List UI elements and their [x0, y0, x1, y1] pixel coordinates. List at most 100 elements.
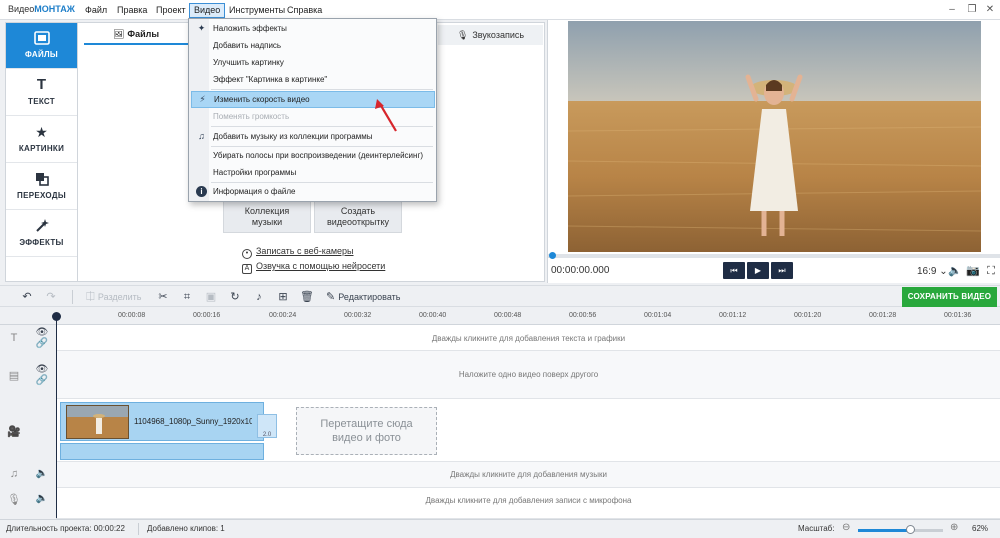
webcam-icon: •	[242, 249, 252, 259]
playhead[interactable]	[56, 313, 57, 518]
aspect-ratio-select[interactable]: 16:9 ⌄	[917, 266, 948, 277]
track-headers	[0, 325, 57, 519]
previous-button[interactable]: ⏮	[723, 262, 745, 279]
rail-tab-label: ФАЙЛЫ	[24, 50, 59, 59]
rail-tab-label: КАРТИНКИ	[18, 144, 65, 153]
ruler-tick: 00:00:32	[344, 312, 372, 319]
audio-detach-icon[interactable]: ♪	[252, 290, 266, 304]
image-icon: 🖼	[112, 29, 125, 39]
info-icon: i	[196, 186, 207, 197]
left-tab-rail: ФАЙЛЫ T ТЕКСТ ★ КАРТИНКИ ПЕРЕХОДЫ ЭФФЕКТ…	[5, 22, 78, 282]
film-icon	[33, 29, 51, 47]
rail-tab-text[interactable]: T ТЕКСТ	[6, 70, 77, 116]
ruler-tick: 00:01:36	[944, 312, 972, 319]
rail-tab-files[interactable]: ФАЙЛЫ	[6, 23, 77, 69]
speed-icon: ⚡	[199, 94, 206, 104]
video-clip[interactable]: 1104968_1080p_Sunny_1920x1080	[60, 402, 264, 441]
volume-icon[interactable]: 🔈	[948, 264, 962, 278]
playback-scrubber[interactable]	[548, 254, 1000, 258]
microphone-icon: 🎙	[7, 494, 21, 506]
eye-icon[interactable]: 👁	[35, 364, 49, 375]
add-clip-icon[interactable]: ⊞	[276, 290, 290, 304]
crop-icon[interactable]: ⌗	[180, 290, 194, 304]
text-track-hint: Дважды кликните для добавления текста и …	[431, 334, 626, 343]
menu-file-info[interactable]: i Информация о файле	[191, 183, 435, 200]
rail-tab-effects[interactable]: ЭФФЕКТЫ	[6, 211, 77, 257]
ruler-tick: 00:01:12	[719, 312, 747, 319]
stabilize-icon: ▣	[205, 291, 217, 303]
ai-voice-link[interactable]: A Озвучка с помощью нейросети	[242, 261, 385, 274]
ruler-tick: 00:00:48	[494, 312, 522, 319]
menu-file[interactable]: Файл	[81, 3, 111, 18]
clip-audio-waveform[interactable]	[60, 443, 264, 460]
menu-enhance-image[interactable]: Улучшить картинку	[191, 54, 435, 71]
tab-audio-recording[interactable]: 🎙 Звукозапись	[438, 25, 543, 45]
overlay-track[interactable]: Наложите одно видео поверх другого	[57, 351, 1000, 399]
music-collection-tile[interactable]: Коллекция музыки	[223, 201, 311, 233]
menu-edit[interactable]: Правка	[113, 3, 151, 18]
text-track[interactable]: Дважды кликните для добавления текста и …	[57, 325, 1000, 351]
scissors-icon[interactable]: ✂	[156, 290, 170, 304]
ruler-tick: 00:00:16	[193, 312, 221, 319]
volume-icon[interactable]: 🔈	[35, 468, 49, 479]
edit-icon: ✎	[326, 291, 336, 303]
ruler-tick: 00:01:28	[869, 312, 897, 319]
save-video-button[interactable]: СОХРАНИТЬ ВИДЕО	[902, 287, 997, 307]
magic-wand-icon	[33, 217, 51, 235]
media-drop-zone[interactable]: Перетащите сюда видео и фото	[296, 407, 437, 455]
menu-project[interactable]: Проект	[152, 3, 190, 18]
maximize-button[interactable]: ❐	[964, 3, 980, 17]
menu-help[interactable]: Справка	[283, 3, 326, 18]
volume-icon[interactable]: 🔈	[35, 493, 49, 504]
ruler-tick: 00:01:20	[794, 312, 822, 319]
rail-tab-transitions[interactable]: ПЕРЕХОДЫ	[6, 164, 77, 210]
rail-tab-pictures[interactable]: ★ КАРТИНКИ	[6, 117, 77, 163]
transition-marker[interactable]: 2.0	[257, 414, 277, 438]
playhead-handle[interactable]	[52, 312, 61, 321]
zoom-value: 62%	[972, 524, 989, 533]
zoom-slider-handle[interactable]	[906, 525, 915, 534]
create-postcard-tile[interactable]: Создать видеооткрытку	[314, 201, 402, 233]
menu-settings[interactable]: Настройки программы	[191, 164, 435, 181]
menu-apply-effects[interactable]: ✦ Наложить эффекты	[191, 20, 435, 37]
close-button[interactable]: ✕	[982, 3, 998, 17]
magic-wand-icon: ✦	[197, 23, 206, 33]
menu-picture-in-picture[interactable]: Эффект "Картинка в картинке"	[191, 71, 435, 88]
undo-icon[interactable]: ↶	[20, 290, 34, 304]
next-button[interactable]: ⏭	[771, 262, 793, 279]
scrubber-handle[interactable]	[549, 252, 556, 259]
menu-video[interactable]: Видео	[189, 3, 226, 18]
chevron-down-icon: ⌄	[939, 266, 948, 277]
ruler-tick: 00:00:08	[118, 312, 146, 319]
webcam-record-link[interactable]: • Записать с веб-камеры	[242, 246, 354, 259]
text-t-icon: T	[36, 76, 47, 93]
edit-button[interactable]: ✎ Редактировать	[326, 290, 410, 304]
music-note-icon: ♫	[9, 468, 19, 480]
tab-files[interactable]: 🖼 Файлы	[84, 25, 188, 45]
transitions-icon	[33, 170, 51, 188]
overlay-track-hint: Наложите одно видео поверх другого	[458, 370, 599, 379]
rail-tab-label: ТЕКСТ	[28, 97, 55, 106]
video-preview[interactable]	[568, 21, 981, 252]
menu-deinterlace[interactable]: Убирать полосы при воспроизведении (деин…	[191, 147, 435, 164]
zoom-in-icon[interactable]: ⊕	[950, 522, 958, 533]
clip-filename: 1104968_1080p_Sunny_1920x1080	[134, 417, 252, 426]
minimize-button[interactable]: –	[944, 3, 960, 17]
fullscreen-icon[interactable]: ⛶	[984, 264, 998, 278]
mic-track-hint: Дважды кликните для добавления записи с …	[425, 496, 632, 505]
mic-track[interactable]: Дважды кликните для добавления записи с …	[57, 488, 1000, 519]
trash-icon[interactable]: 🗑	[300, 290, 314, 304]
menu-add-caption[interactable]: Добавить надпись	[191, 37, 435, 54]
snapshot-camera-icon[interactable]: 📷	[966, 264, 980, 278]
star-icon: ★	[35, 124, 48, 140]
zoom-label: Масштаб:	[798, 524, 835, 533]
rotate-icon[interactable]: ↻	[228, 290, 242, 304]
ruler-tick: 00:00:56	[569, 312, 597, 319]
zoom-out-icon[interactable]: ⊖	[842, 522, 850, 533]
link-icon[interactable]: 🔗	[35, 375, 49, 386]
link-icon[interactable]: 🔗	[35, 338, 49, 349]
menu-tools[interactable]: Инструменты	[225, 3, 289, 18]
play-button[interactable]: ▶	[747, 262, 769, 279]
eye-icon[interactable]: 👁	[35, 327, 49, 338]
music-track[interactable]: Дважды кликните для добавления музыки	[57, 462, 1000, 488]
